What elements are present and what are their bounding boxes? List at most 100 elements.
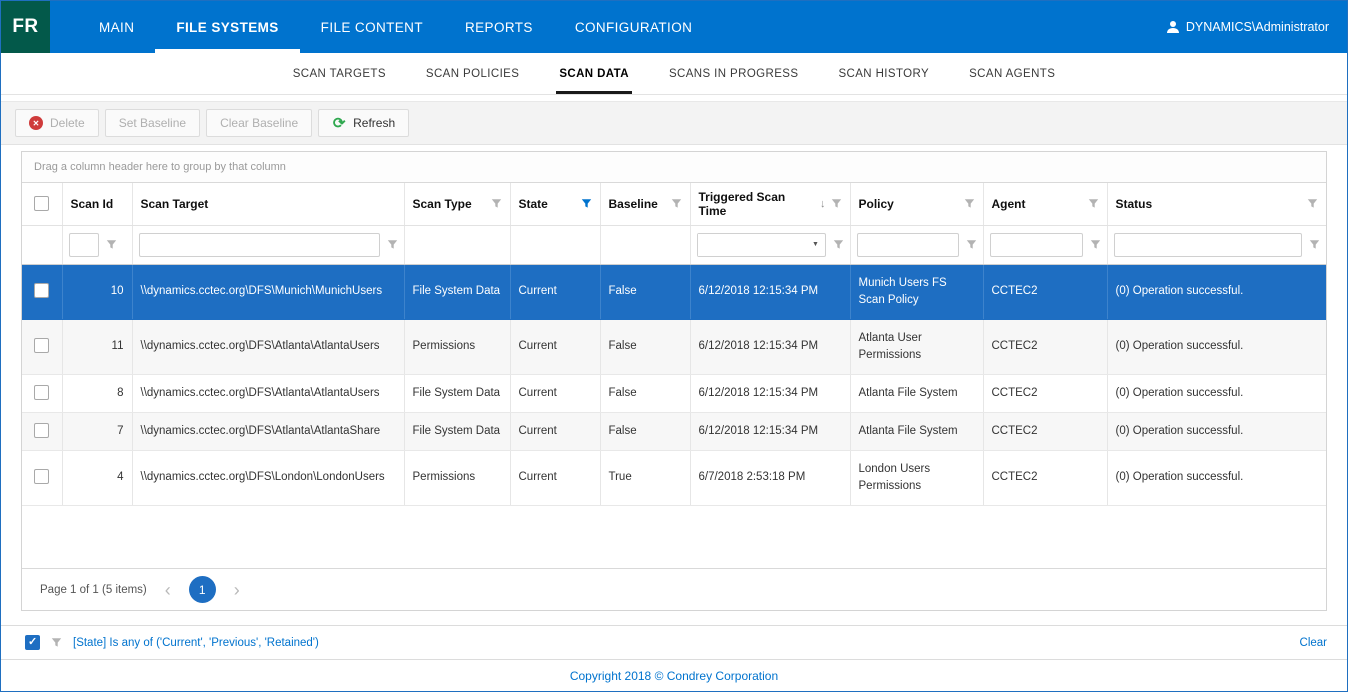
cell-state: Current (510, 450, 600, 505)
clear-filter-link[interactable]: Clear (1300, 637, 1327, 649)
cell-agent: CCTEC2 (983, 264, 1107, 319)
filter-icon[interactable] (1307, 198, 1318, 209)
column-header-agent[interactable]: Agent (992, 197, 1026, 211)
cell-agent: CCTEC2 (983, 374, 1107, 412)
status-filter-input[interactable] (1114, 233, 1303, 257)
tab-scan-history[interactable]: SCAN HISTORY (827, 53, 940, 94)
column-header-baseline[interactable]: Baseline (609, 197, 658, 211)
pager-page-button[interactable]: 1 (189, 576, 216, 603)
row-checkbox[interactable] (34, 338, 49, 353)
pager-next-icon[interactable]: › (230, 581, 244, 599)
cell-baseline: True (600, 450, 690, 505)
clear-baseline-button[interactable]: Clear Baseline (206, 109, 312, 137)
cell-status: (0) Operation successful. (1107, 450, 1326, 505)
pager: Page 1 of 1 (5 items) ‹ 1 › (22, 568, 1326, 610)
tab-scans-in-progress[interactable]: SCANS IN PROGRESS (658, 53, 810, 94)
top-nav-bar: FR MAINFILE SYSTEMSFILE CONTENTREPORTSCO… (1, 1, 1347, 53)
pager-summary: Page 1 of 1 (5 items) (40, 584, 147, 596)
set-baseline-button[interactable]: Set Baseline (105, 109, 200, 137)
row-checkbox[interactable] (34, 423, 49, 438)
scan-target-filter-input[interactable] (139, 233, 380, 257)
cell-scan-target: \\dynamics.cctec.org\DFS\Munich\MunichUs… (132, 264, 404, 319)
tab-scan-targets[interactable]: SCAN TARGETS (282, 53, 397, 94)
tab-scan-policies[interactable]: SCAN POLICIES (415, 53, 530, 94)
filter-expression[interactable]: [State] Is any of ('Current', 'Previous'… (73, 637, 319, 649)
filter-icon[interactable] (1088, 198, 1099, 209)
filter-icon (51, 637, 62, 648)
filter-icon[interactable] (1309, 239, 1320, 250)
refresh-icon (332, 116, 346, 130)
user-menu[interactable]: DYNAMICS\Administrator (1166, 1, 1347, 53)
scan-data-grid: Scan Id Scan Target Scan Type State Base… (22, 183, 1326, 506)
filter-icon[interactable] (491, 198, 502, 209)
top-nav-item-main[interactable]: MAIN (78, 1, 155, 53)
filter-icon-active[interactable] (581, 198, 592, 209)
scan-id-filter-input[interactable] (69, 233, 99, 257)
triggered-scan-time-filter-input[interactable] (698, 234, 807, 256)
table-row[interactable]: 7\\dynamics.cctec.org\DFS\Atlanta\Atlant… (22, 412, 1326, 450)
column-header-status[interactable]: Status (1116, 197, 1153, 211)
cell-policy: London Users Permissions (850, 450, 983, 505)
top-nav-item-file-systems[interactable]: FILE SYSTEMS (155, 1, 299, 53)
column-header-scan-target[interactable]: Scan Target (141, 197, 209, 211)
cell-triggered: 6/12/2018 12:15:34 PM (690, 319, 850, 374)
filter-icon[interactable] (1090, 239, 1101, 250)
cell-triggered: 6/12/2018 12:15:34 PM (690, 374, 850, 412)
cell-scan-id: 11 (62, 319, 132, 374)
cell-scan-id: 7 (62, 412, 132, 450)
cell-status: (0) Operation successful. (1107, 264, 1326, 319)
top-nav-item-configuration[interactable]: CONFIGURATION (554, 1, 713, 53)
grid-filter-row: ▼ (22, 225, 1326, 264)
cell-scan-target: \\dynamics.cctec.org\DFS\Atlanta\Atlanta… (132, 412, 404, 450)
filter-icon[interactable] (966, 239, 977, 250)
filter-icon[interactable] (964, 198, 975, 209)
cell-baseline: False (600, 374, 690, 412)
column-header-policy[interactable]: Policy (859, 197, 894, 211)
table-row[interactable]: 11\\dynamics.cctec.org\DFS\Atlanta\Atlan… (22, 319, 1326, 374)
cell-state: Current (510, 374, 600, 412)
select-all-checkbox[interactable] (34, 196, 49, 211)
refresh-button[interactable]: Refresh (318, 109, 409, 137)
filter-enabled-checkbox[interactable] (25, 635, 40, 650)
cell-scan-id: 8 (62, 374, 132, 412)
dropdown-arrow-icon[interactable]: ▼ (807, 234, 825, 256)
sort-indicator-icon: ↓ (820, 198, 826, 210)
delete-label: Delete (50, 116, 85, 130)
tab-scan-agents[interactable]: SCAN AGENTS (958, 53, 1066, 94)
column-header-state[interactable]: State (519, 197, 548, 211)
table-row[interactable]: 10\\dynamics.cctec.org\DFS\Munich\Munich… (22, 264, 1326, 319)
top-nav-item-reports[interactable]: REPORTS (444, 1, 554, 53)
cell-scan-id: 10 (62, 264, 132, 319)
pager-prev-icon[interactable]: ‹ (161, 581, 175, 599)
delete-button[interactable]: Delete (15, 109, 99, 137)
delete-icon (29, 116, 43, 130)
table-row[interactable]: 4\\dynamics.cctec.org\DFS\London\LondonU… (22, 450, 1326, 505)
cell-scan-type: File System Data (404, 412, 510, 450)
filter-icon[interactable] (831, 198, 842, 209)
cell-scan-target: \\dynamics.cctec.org\DFS\Atlanta\Atlanta… (132, 319, 404, 374)
grid-empty-area (22, 506, 1326, 569)
filter-icon[interactable] (833, 239, 844, 250)
triggered-scan-time-filter-combo[interactable]: ▼ (697, 233, 826, 257)
row-checkbox[interactable] (34, 385, 49, 400)
column-header-scan-type[interactable]: Scan Type (413, 197, 472, 211)
grid-body: 10\\dynamics.cctec.org\DFS\Munich\Munich… (22, 264, 1326, 505)
table-row[interactable]: 8\\dynamics.cctec.org\DFS\Atlanta\Atlant… (22, 374, 1326, 412)
column-header-triggered-scan-time[interactable]: Triggered Scan Time (699, 190, 816, 218)
filter-icon[interactable] (387, 239, 398, 250)
cell-status: (0) Operation successful. (1107, 319, 1326, 374)
tab-scan-data[interactable]: SCAN DATA (548, 53, 640, 94)
filter-icon[interactable] (671, 198, 682, 209)
toolbar: Delete Set BaselineClear BaselineRefresh (1, 101, 1347, 145)
cell-policy: Atlanta File System (850, 412, 983, 450)
app-logo[interactable]: FR (1, 1, 50, 53)
top-nav: MAINFILE SYSTEMSFILE CONTENTREPORTSCONFI… (78, 1, 713, 53)
agent-filter-input[interactable] (990, 233, 1083, 257)
row-checkbox[interactable] (34, 283, 49, 298)
cell-scan-target: \\dynamics.cctec.org\DFS\London\LondonUs… (132, 450, 404, 505)
policy-filter-input[interactable] (857, 233, 959, 257)
filter-icon[interactable] (106, 239, 117, 250)
row-checkbox[interactable] (34, 469, 49, 484)
top-nav-item-file-content[interactable]: FILE CONTENT (300, 1, 444, 53)
column-header-scan-id[interactable]: Scan Id (71, 197, 114, 211)
